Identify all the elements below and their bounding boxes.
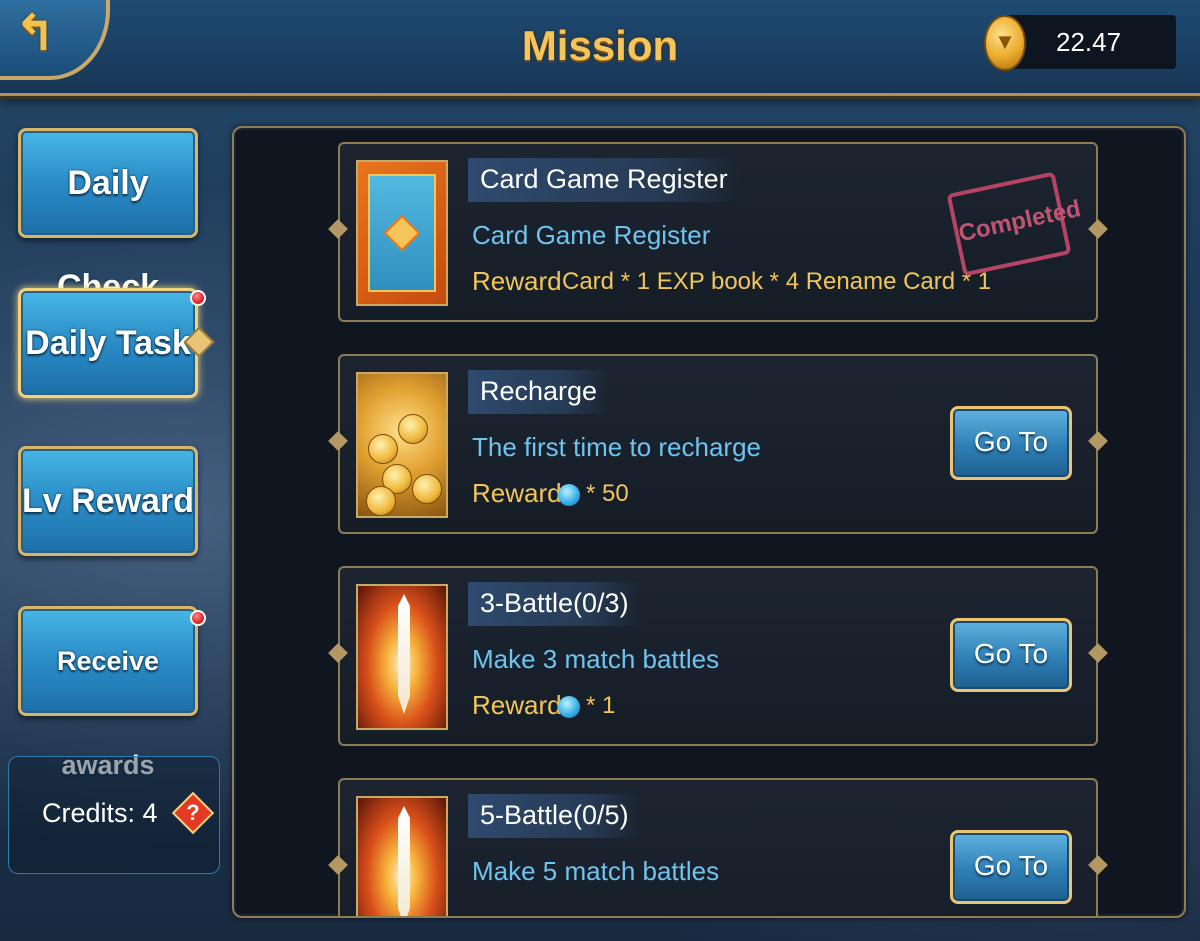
notification-dot: [190, 290, 206, 306]
fire-sword-icon: [356, 796, 448, 916]
mission-list-panel[interactable]: Card Game Register Card Game Register Re…: [232, 126, 1186, 918]
mission-card: 3-Battle(0/3) Make 3 match battles Rewar…: [328, 566, 1108, 746]
gem-icon: [558, 696, 580, 718]
reward-label: Reward: [472, 266, 562, 296]
sidebar-item-lv-reward[interactable]: Lv Reward: [18, 446, 198, 556]
sidebar-item-daily-task[interactable]: Daily Task: [18, 288, 198, 398]
sidebar-item-receive-awards[interactable]: Receive awards: [18, 606, 198, 780]
mission-description: Make 5 match battles: [472, 856, 720, 886]
reward-label: Reward: [472, 690, 562, 720]
sidebar-item-label: Lv Reward: [22, 482, 194, 520]
reward-text: Card * 1 EXP book * 4 Rename Card * 1: [562, 268, 992, 295]
credits-label: Credits: 4: [42, 798, 158, 828]
mission-name: 5-Battle(0/5): [468, 794, 641, 838]
mission-description: The first time to recharge: [472, 432, 761, 462]
currency-value: 22.47: [1056, 27, 1122, 57]
gold-coins-icon: [356, 372, 448, 518]
gem-icon: [558, 484, 580, 506]
sidebar-item-label: Daily Check: [56, 164, 160, 306]
mission-card: Recharge The first time to recharge Rewa…: [328, 354, 1108, 534]
mission-description: Make 3 match battles: [472, 644, 720, 674]
reward-count: * 50: [586, 480, 629, 507]
notification-dot: [190, 610, 206, 626]
reward-count: * 1: [586, 692, 616, 719]
reward-label: Reward: [472, 478, 562, 508]
mission-name: Card Game Register: [468, 158, 740, 202]
fire-sword-icon: [356, 584, 448, 730]
go-to-button[interactable]: Go To: [950, 830, 1072, 904]
gold-coin-icon: ▼: [984, 15, 1026, 71]
sidebar-item-label: Daily Task: [25, 324, 191, 362]
go-to-button[interactable]: Go To: [950, 618, 1072, 692]
mission-card: 5-Battle(0/5) Make 5 match battles Go To: [328, 778, 1108, 916]
mission-name: 3-Battle(0/3): [468, 582, 641, 626]
card-back-icon: [356, 160, 448, 306]
mission-name: Recharge: [468, 370, 610, 414]
mission-description: Card Game Register: [472, 220, 711, 250]
go-to-button[interactable]: Go To: [950, 406, 1072, 480]
mission-card: Card Game Register Card Game Register Re…: [328, 142, 1108, 322]
sidebar-item-daily-check[interactable]: Daily Check: [18, 128, 198, 306]
completed-stamp: Completed: [946, 171, 1083, 277]
